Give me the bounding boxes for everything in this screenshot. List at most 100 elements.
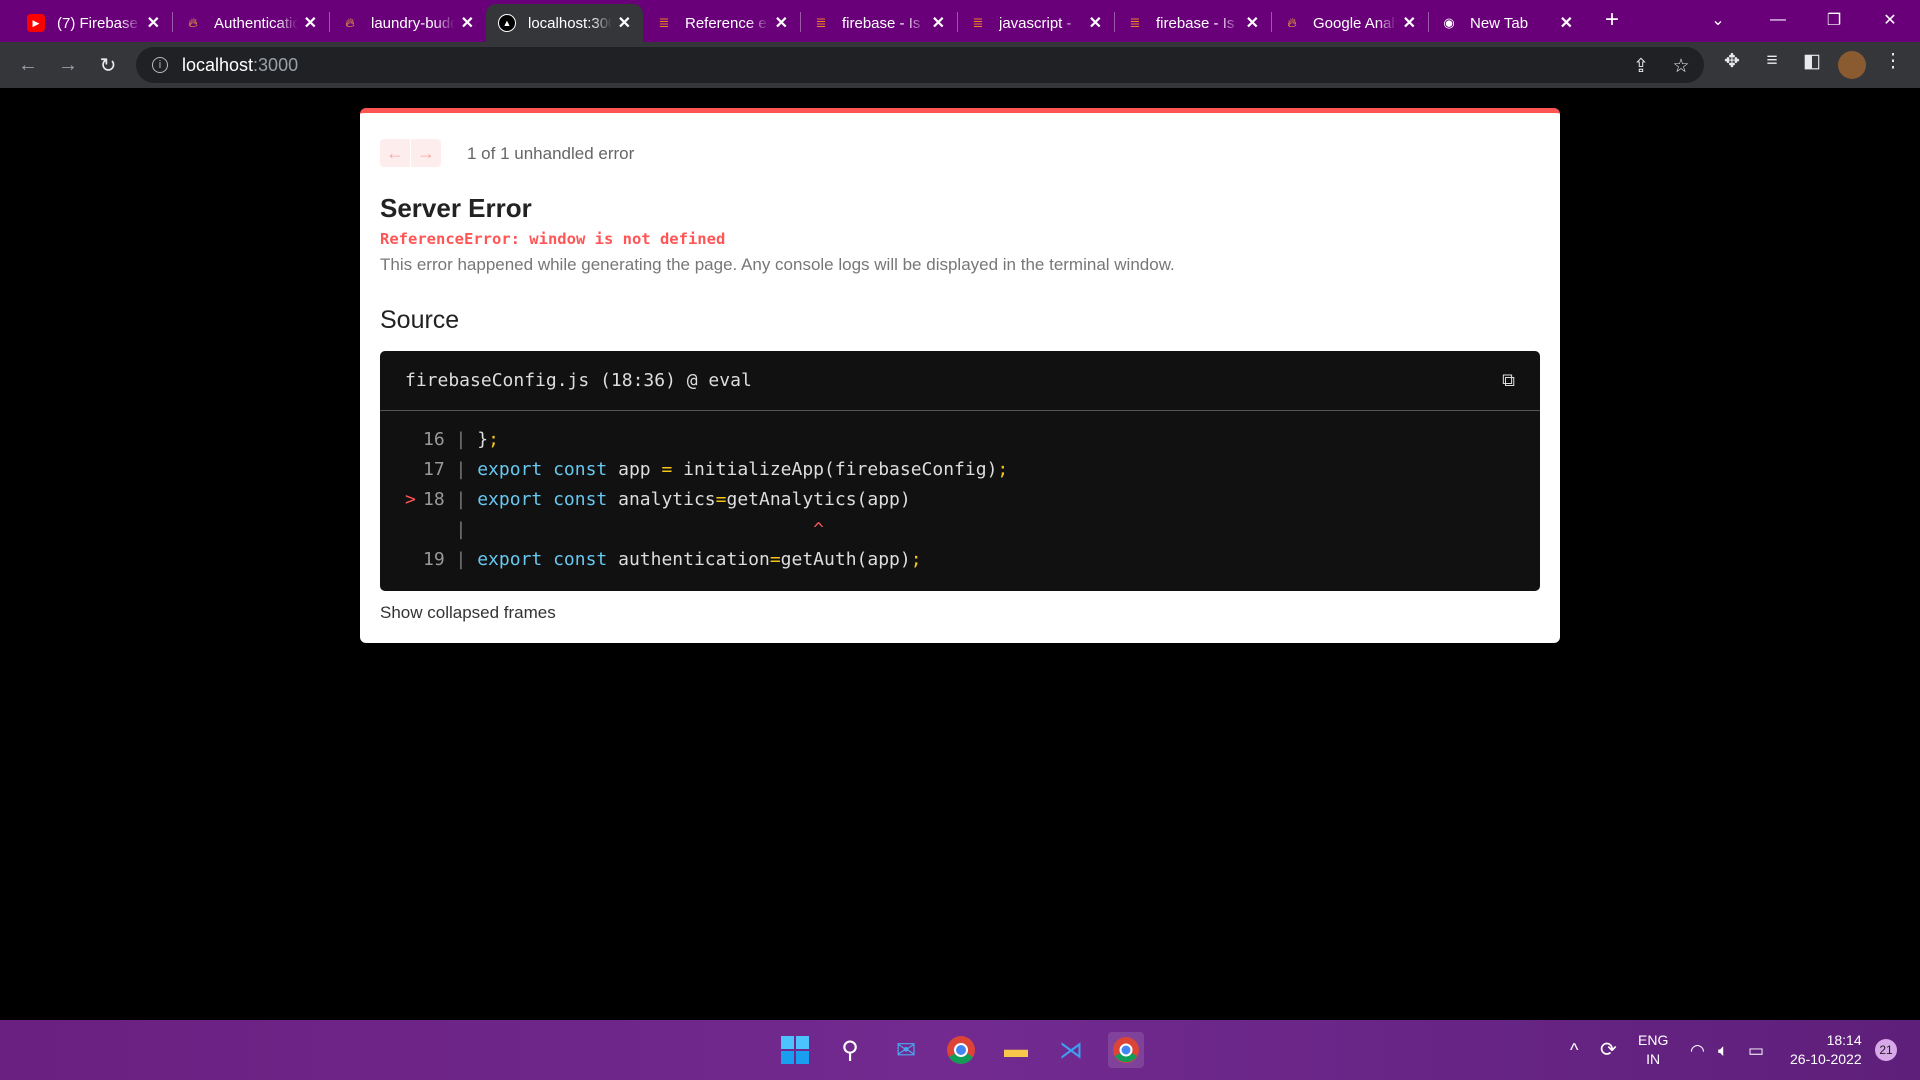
error-nav: ← → [380, 139, 441, 167]
close-tab-icon[interactable]: ✕ [461, 13, 474, 33]
volume-icon[interactable]: 🔈︎ [1718, 1020, 1728, 1080]
forward-icon[interactable]: → [48, 54, 88, 77]
firebase-icon: 🔥︎ [188, 15, 198, 30]
share-icon[interactable]: ⇪ [1626, 55, 1656, 78]
back-icon[interactable]: ← [8, 54, 48, 77]
next-error-button[interactable]: → [411, 139, 441, 167]
chrome-active-icon[interactable] [1108, 1032, 1144, 1068]
tray-overflow-icon[interactable]: ^ [1570, 1020, 1578, 1080]
menu-icon[interactable]: ⋮ [1878, 50, 1908, 73]
notification-badge[interactable]: 21 [1875, 1020, 1897, 1080]
tab-title: (7) Firebase [57, 14, 138, 32]
address-bar[interactable]: i localhost:3000 ⇪ ☆ [136, 47, 1704, 83]
tab-title: Authentication [214, 14, 298, 32]
sync-icon[interactable]: ⟳ [1600, 1020, 1617, 1080]
url-port: :3000 [253, 54, 299, 75]
date: 26-10-2022 [1790, 1051, 1862, 1067]
search-icon[interactable]: ⚲ [832, 1032, 868, 1068]
chrome-icon[interactable] [943, 1032, 979, 1068]
wifi-icon[interactable]: ◠ [1690, 1020, 1705, 1080]
tab[interactable]: ▶ (7) Firebase ✕ [15, 4, 172, 42]
prev-error-button[interactable]: ← [380, 139, 410, 167]
notification-count: 21 [1875, 1039, 1897, 1061]
error-description: This error happened while generating the… [380, 255, 1175, 274]
tab-strip: ▶ (7) Firebase ✕ 🔥︎ Authentication ✕ 🔥︎ laundry… [0, 0, 1920, 42]
side-panel-icon[interactable]: ◧ [1797, 50, 1827, 73]
time: 18:14 [1826, 1032, 1862, 1048]
tab-title: localhost:3000 [528, 14, 612, 32]
close-tab-icon[interactable]: ✕ [618, 13, 631, 33]
file-explorer-icon[interactable]: ▬ [998, 1032, 1034, 1068]
firebase-icon: 🔥︎ [1287, 15, 1297, 30]
close-tab-icon[interactable]: ✕ [147, 13, 160, 33]
info-icon[interactable]: i [152, 57, 168, 73]
minimize-button[interactable]: — [1750, 0, 1806, 40]
close-tab-icon[interactable]: ✕ [1246, 13, 1259, 33]
tab[interactable]: ◉ New Tab ✕ [1428, 4, 1585, 42]
stackoverflow-icon: ≣ [972, 15, 984, 30]
tab-title: firebase - Is [842, 14, 921, 32]
error-count: 1 of 1 unhandled error [467, 144, 635, 163]
start-icon[interactable] [777, 1032, 813, 1068]
taskbar: ⚲ ✉ ▬ ⋊ ^ ⟳ ENG IN ◠ 🔈︎ ▭ 18:14 26-10-2022… [0, 1020, 1920, 1080]
open-external-icon[interactable]: ⧉ [1502, 370, 1515, 391]
reload-icon[interactable]: ↻ [88, 53, 128, 78]
tab[interactable]: 🔥︎ Google Analytics ✕ [1271, 4, 1428, 42]
close-tab-icon[interactable]: ✕ [932, 13, 945, 33]
nextjs-icon: ▲ [498, 14, 516, 32]
error-message: ReferenceError: window is not defined [380, 230, 726, 248]
tab-title: laundry-buddy [371, 14, 455, 32]
clock[interactable]: 18:14 26-10-2022 [1790, 1020, 1862, 1080]
stackoverflow-icon: ≣ [1129, 15, 1141, 30]
restore-button[interactable]: ❐ [1806, 0, 1862, 40]
frame-location[interactable]: firebaseConfig.js (18:36) @ eval [405, 370, 752, 391]
code-frame-header: firebaseConfig.js (18:36) @ eval ⧉ [380, 351, 1540, 411]
lang: ENG [1638, 1032, 1669, 1048]
tab[interactable]: ≣ firebase - Is ✕ [800, 4, 957, 42]
code-line-highlighted: >18 | export const analytics=getAnalytic… [405, 489, 911, 510]
battery-icon[interactable]: ▭ [1748, 1020, 1764, 1080]
vscode-icon[interactable]: ⋊ [1053, 1032, 1089, 1068]
tab[interactable]: ▲ localhost:3000 ✕ [486, 4, 643, 42]
url-host: localhost [182, 54, 254, 75]
language-indicator[interactable]: ENG IN [1638, 1020, 1668, 1080]
region: IN [1646, 1051, 1661, 1067]
code-line: 17 | export const app = initializeApp(fi… [423, 459, 1009, 480]
error-title: Server Error [380, 193, 532, 223]
close-tab-icon[interactable]: ✕ [1403, 13, 1416, 33]
code-line: 19 | export const authentication=getAuth… [423, 549, 922, 570]
source-heading: Source [380, 306, 460, 334]
tab[interactable]: 🔥︎ Authentication ✕ [172, 4, 329, 42]
code-line-caret: | ^ [455, 519, 824, 540]
tab-title: New Tab [1470, 14, 1529, 32]
avatar[interactable] [1838, 51, 1866, 79]
tab-title: firebase - Is [1156, 14, 1235, 32]
code-frame: firebaseConfig.js (18:36) @ eval ⧉ 16 | … [380, 351, 1540, 591]
close-tab-icon[interactable]: ✕ [1560, 13, 1573, 33]
firebase-icon: 🔥︎ [345, 15, 355, 30]
browser-toolbar: ← → ↻ i localhost:3000 ⇪ ☆ ✥ ≡ ◧ ⋮ [0, 42, 1920, 88]
code-line: 16 | }; [423, 429, 499, 450]
close-tab-icon[interactable]: ✕ [1089, 13, 1102, 33]
show-collapsed-frames-button[interactable]: Show collapsed frames [380, 603, 556, 623]
new-tab-button[interactable]: + [1584, 0, 1640, 40]
tab[interactable]: ≣ Reference error ✕ [643, 4, 800, 42]
tab[interactable]: ≣ javascript - ✕ [957, 4, 1114, 42]
tab-title: Reference error [685, 14, 769, 32]
tab-search-button[interactable]: ⌄ [1690, 0, 1746, 40]
extensions-icon[interactable]: ✥ [1717, 50, 1747, 73]
stackoverflow-icon: ≣ [815, 15, 827, 30]
close-tab-icon[interactable]: ✕ [775, 13, 788, 33]
tab[interactable]: ≣ firebase - Is ✕ [1114, 4, 1271, 42]
close-window-button[interactable]: ✕ [1862, 0, 1918, 40]
code-lines: 16 | }; 17 | export const app = initiali… [380, 411, 1540, 575]
mail-icon[interactable]: ✉ [888, 1032, 924, 1068]
bookmark-star-icon[interactable]: ☆ [1666, 55, 1696, 78]
stackoverflow-icon: ≣ [658, 15, 670, 30]
tab-title: Google Analytics [1313, 14, 1397, 32]
close-tab-icon[interactable]: ✕ [304, 13, 317, 33]
media-icon[interactable]: ≡ [1757, 50, 1787, 72]
chrome-icon: ◉ [1443, 15, 1455, 30]
error-overlay: ← → 1 of 1 unhandled error Server Error … [360, 108, 1560, 643]
tab[interactable]: 🔥︎ laundry-buddy ✕ [329, 4, 486, 42]
